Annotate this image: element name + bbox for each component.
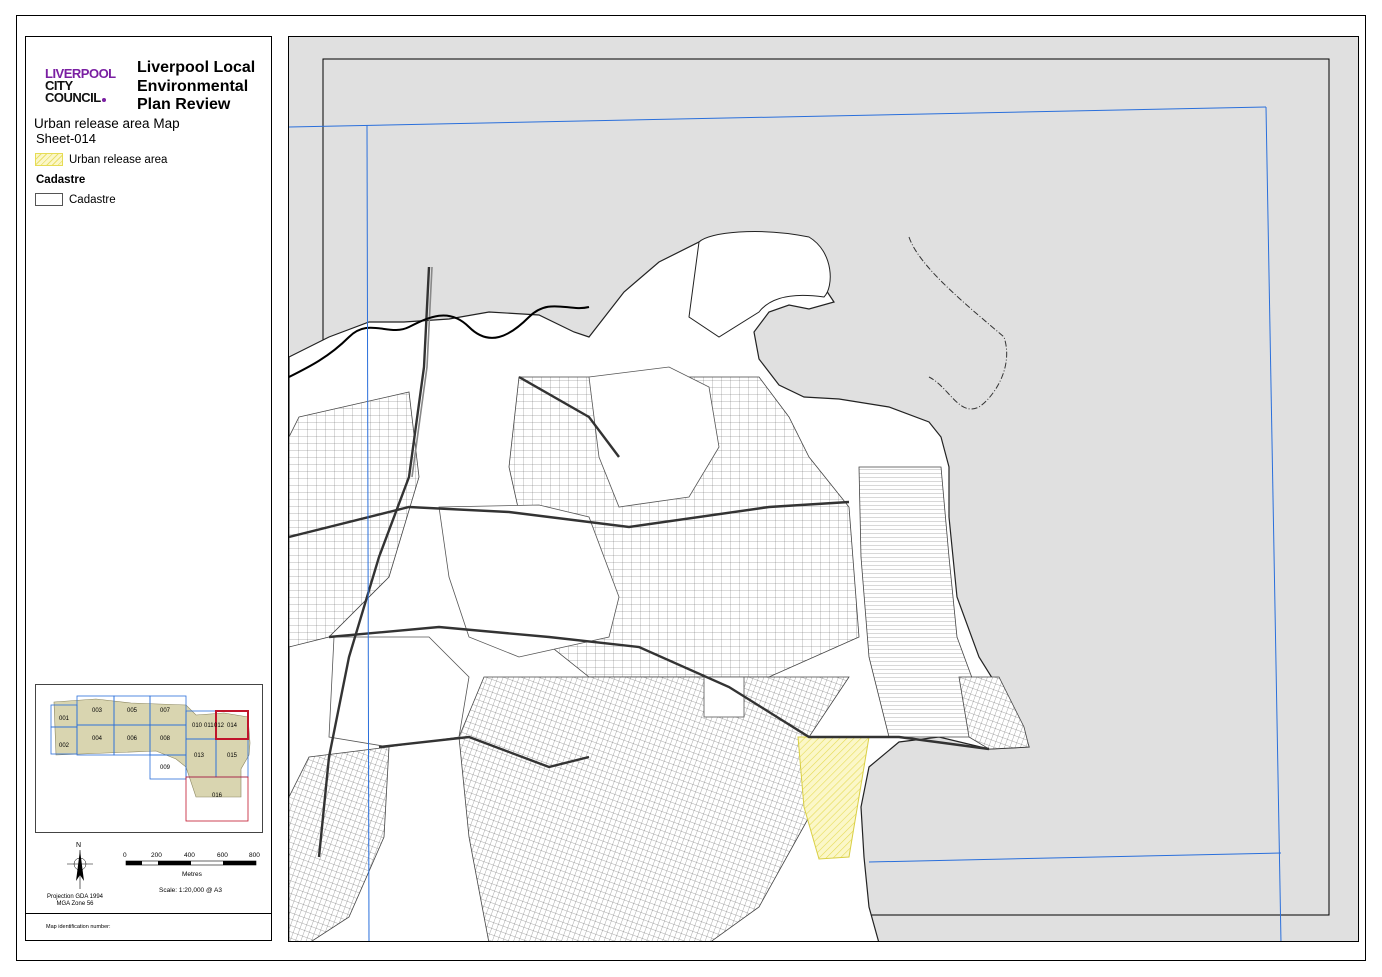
index-label-005: 005 bbox=[127, 708, 138, 714]
urban-release-label: Urban release area bbox=[69, 154, 168, 166]
title-line-1: Liverpool Local bbox=[137, 59, 256, 76]
map-canvas bbox=[289, 58, 1330, 941]
map-id-divider bbox=[26, 913, 271, 914]
sheet-number: Sheet-014 bbox=[36, 131, 96, 146]
scale-tick-200: 200 bbox=[151, 852, 162, 859]
title-line-3: Plan Review bbox=[137, 96, 231, 113]
index-label-010: 010 bbox=[192, 723, 203, 729]
legend-panel: LIVERPOOL CITY COUNCIL Liverpool Local E… bbox=[25, 36, 272, 941]
scale-tick-0: 0 bbox=[123, 852, 127, 859]
index-label-015: 015 bbox=[227, 753, 238, 759]
scale-ratio: Scale: 1:20,000 @ A3 bbox=[159, 887, 222, 894]
index-label-013: 013 bbox=[194, 753, 205, 759]
index-label-007: 007 bbox=[160, 708, 171, 714]
index-map: 001 002 003 004 005 006 007 008 009 010 … bbox=[35, 684, 263, 833]
index-label-011: 011 bbox=[204, 723, 214, 729]
north-label: N bbox=[76, 842, 81, 849]
index-label-001: 001 bbox=[59, 716, 70, 722]
waterway-dashed bbox=[908, 236, 1008, 410]
index-label-016: 016 bbox=[212, 793, 223, 799]
scale-unit: Metres bbox=[182, 871, 203, 878]
scale-ticks: 0 200 400 600 800 bbox=[123, 852, 260, 859]
north-arrow: N bbox=[64, 839, 96, 896]
logo-line-3: COUNCIL bbox=[45, 90, 101, 105]
index-label-003: 003 bbox=[92, 708, 103, 714]
urban-release-swatch bbox=[35, 153, 63, 166]
cadastre-label: Cadastre bbox=[69, 194, 116, 206]
cadastre-swatch bbox=[35, 193, 63, 206]
projection-line-1: Projection GDA 1994 bbox=[46, 894, 104, 900]
map-view[interactable] bbox=[288, 36, 1359, 942]
council-logo: LIVERPOOL CITY COUNCIL bbox=[45, 67, 116, 105]
index-label-006: 006 bbox=[127, 736, 138, 742]
map-title: Liverpool Local Environmental Plan Revie… bbox=[137, 59, 255, 115]
scale-tick-600: 600 bbox=[217, 852, 228, 859]
projection-line-2: MGA Zone 56 bbox=[56, 901, 94, 907]
index-label-002: 002 bbox=[59, 743, 70, 749]
index-label-004: 004 bbox=[92, 736, 103, 742]
index-label-014: 014 bbox=[227, 723, 238, 729]
index-label-009: 009 bbox=[160, 765, 171, 771]
map-subtitle: Urban release area Map bbox=[34, 116, 180, 131]
title-line-2: Environmental bbox=[137, 77, 249, 95]
logo-dot-icon bbox=[101, 98, 106, 102]
map-id-label: Map identification number: bbox=[46, 924, 111, 930]
scale-tick-800: 800 bbox=[249, 852, 260, 859]
projection-info: Projection GDA 1994 MGA Zone 56 bbox=[38, 894, 112, 908]
lga-boundary-shape bbox=[53, 698, 251, 798]
index-label-012: 012 bbox=[214, 723, 225, 729]
cadastre-heading: Cadastre bbox=[36, 174, 86, 186]
scale-tick-400: 400 bbox=[184, 852, 195, 859]
index-label-008: 008 bbox=[160, 736, 171, 742]
